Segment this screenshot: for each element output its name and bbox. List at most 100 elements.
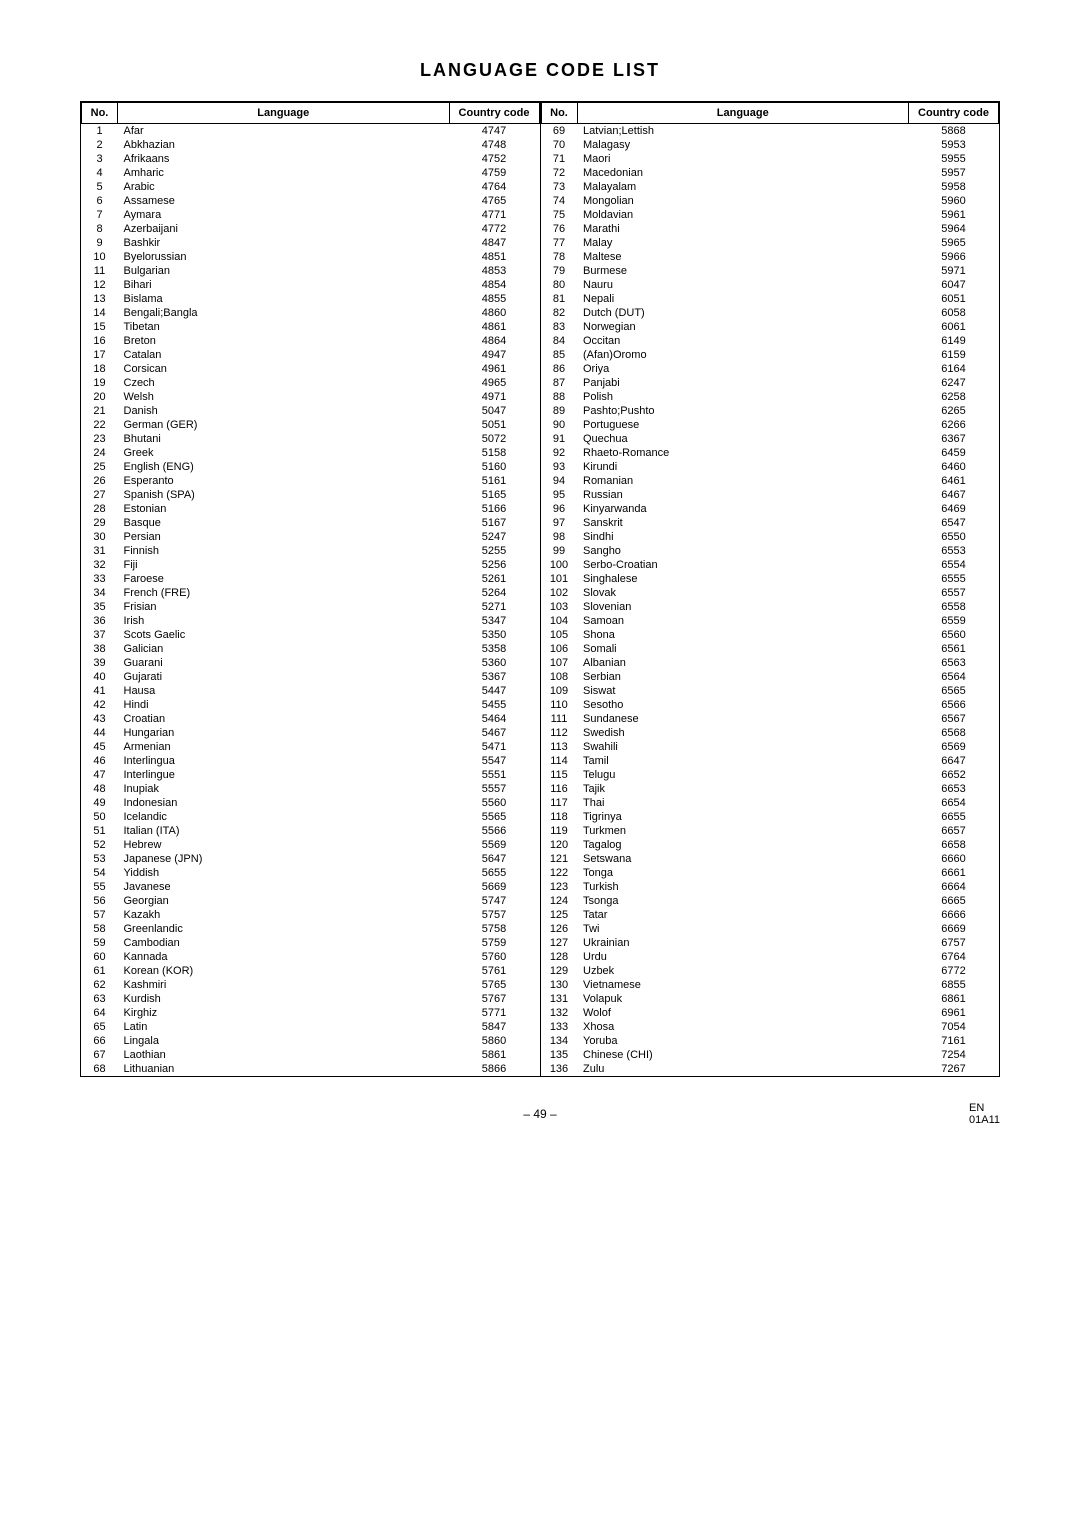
row-language: Hausa — [118, 684, 450, 698]
table-row: 120Tagalog6658 — [541, 838, 999, 852]
table-row: 52Hebrew5569 — [82, 838, 540, 852]
row-language: Kinyarwanda — [577, 502, 909, 516]
table-row: 79Burmese5971 — [541, 264, 999, 278]
table-row: 88Polish6258 — [541, 390, 999, 404]
row-language: Czech — [118, 376, 450, 390]
row-code: 6652 — [909, 768, 999, 782]
row-language: Indonesian — [118, 796, 450, 810]
row-number: 13 — [82, 292, 118, 306]
row-code: 5964 — [909, 222, 999, 236]
row-number: 55 — [82, 880, 118, 894]
row-language: Swedish — [577, 726, 909, 740]
table-row: 49Indonesian5560 — [82, 796, 540, 810]
table-row: 55Javanese5669 — [82, 880, 540, 894]
row-number: 105 — [541, 628, 577, 642]
table-row: 82Dutch (DUT)6058 — [541, 306, 999, 320]
row-code: 4752 — [449, 152, 539, 166]
row-code: 5358 — [449, 642, 539, 656]
table-row: 135Chinese (CHI)7254 — [541, 1048, 999, 1062]
table-row: 31Finnish5255 — [82, 544, 540, 558]
row-language: Pashto;Pushto — [577, 404, 909, 418]
row-language: Thai — [577, 796, 909, 810]
row-code: 6459 — [909, 446, 999, 460]
row-code: 6568 — [909, 726, 999, 740]
row-code: 5971 — [909, 264, 999, 278]
row-language: Spanish (SPA) — [118, 488, 450, 502]
table-row: 118Tigrinya6655 — [541, 810, 999, 824]
row-code: 6855 — [909, 978, 999, 992]
table-row: 117Thai6654 — [541, 796, 999, 810]
row-language: Polish — [577, 390, 909, 404]
row-code: 4853 — [449, 264, 539, 278]
row-number: 115 — [541, 768, 577, 782]
row-code: 6367 — [909, 432, 999, 446]
row-code: 6563 — [909, 656, 999, 670]
row-language: Danish — [118, 404, 450, 418]
table-row: 136Zulu7267 — [541, 1062, 999, 1076]
table-row: 115Telugu6652 — [541, 768, 999, 782]
row-number: 117 — [541, 796, 577, 810]
table-row: 122Tonga6661 — [541, 866, 999, 880]
row-code: 5868 — [909, 124, 999, 139]
row-language: Serbian — [577, 670, 909, 684]
row-code: 5569 — [449, 838, 539, 852]
row-language: Byelorussian — [118, 250, 450, 264]
row-number: 67 — [82, 1048, 118, 1062]
row-language: Siswat — [577, 684, 909, 698]
row-code: 5958 — [909, 180, 999, 194]
row-language: Esperanto — [118, 474, 450, 488]
row-language: Welsh — [118, 390, 450, 404]
row-number: 124 — [541, 894, 577, 908]
table-row: 51Italian (ITA)5566 — [82, 824, 540, 838]
row-code: 6569 — [909, 740, 999, 754]
row-code: 5072 — [449, 432, 539, 446]
row-code: 6653 — [909, 782, 999, 796]
row-language: Moldavian — [577, 208, 909, 222]
row-language: Bhutani — [118, 432, 450, 446]
row-language: Guarani — [118, 656, 450, 670]
table-row: 97Sanskrit6547 — [541, 516, 999, 530]
table-row: 102Slovak6557 — [541, 586, 999, 600]
row-number: 125 — [541, 908, 577, 922]
row-number: 32 — [82, 558, 118, 572]
table-row: 71Maori5955 — [541, 152, 999, 166]
row-number: 64 — [82, 1006, 118, 1020]
row-number: 81 — [541, 292, 577, 306]
left-col-code: Country code — [449, 103, 539, 124]
row-code: 5167 — [449, 516, 539, 530]
right-col-language: Language — [577, 103, 909, 124]
row-code: 5455 — [449, 698, 539, 712]
right-table: No. Language Country code 69Latvian;Lett… — [541, 102, 1000, 1076]
row-code: 5560 — [449, 796, 539, 810]
row-code: 6664 — [909, 880, 999, 894]
row-code: 4860 — [449, 306, 539, 320]
row-language: Panjabi — [577, 376, 909, 390]
row-code: 6666 — [909, 908, 999, 922]
row-number: 41 — [82, 684, 118, 698]
row-number: 40 — [82, 670, 118, 684]
table-row: 89Pashto;Pushto6265 — [541, 404, 999, 418]
row-number: 93 — [541, 460, 577, 474]
row-code: 5158 — [449, 446, 539, 460]
row-code: 6564 — [909, 670, 999, 684]
row-language: Kashmiri — [118, 978, 450, 992]
row-code: 6553 — [909, 544, 999, 558]
right-col-code: Country code — [909, 103, 999, 124]
row-number: 112 — [541, 726, 577, 740]
row-language: Zulu — [577, 1062, 909, 1076]
table-row: 21Danish5047 — [82, 404, 540, 418]
row-language: Interlingue — [118, 768, 450, 782]
table-row: 72Macedonian5957 — [541, 166, 999, 180]
row-code: 5447 — [449, 684, 539, 698]
row-code: 6665 — [909, 894, 999, 908]
table-row: 104Samoan6559 — [541, 614, 999, 628]
row-code: 6647 — [909, 754, 999, 768]
table-row: 67Laothian5861 — [82, 1048, 540, 1062]
row-number: 85 — [541, 348, 577, 362]
table-row: 64Kirghiz5771 — [82, 1006, 540, 1020]
row-language: Nauru — [577, 278, 909, 292]
row-number: 134 — [541, 1034, 577, 1048]
row-language: Russian — [577, 488, 909, 502]
row-language: Sangho — [577, 544, 909, 558]
table-row: 86Oriya6164 — [541, 362, 999, 376]
